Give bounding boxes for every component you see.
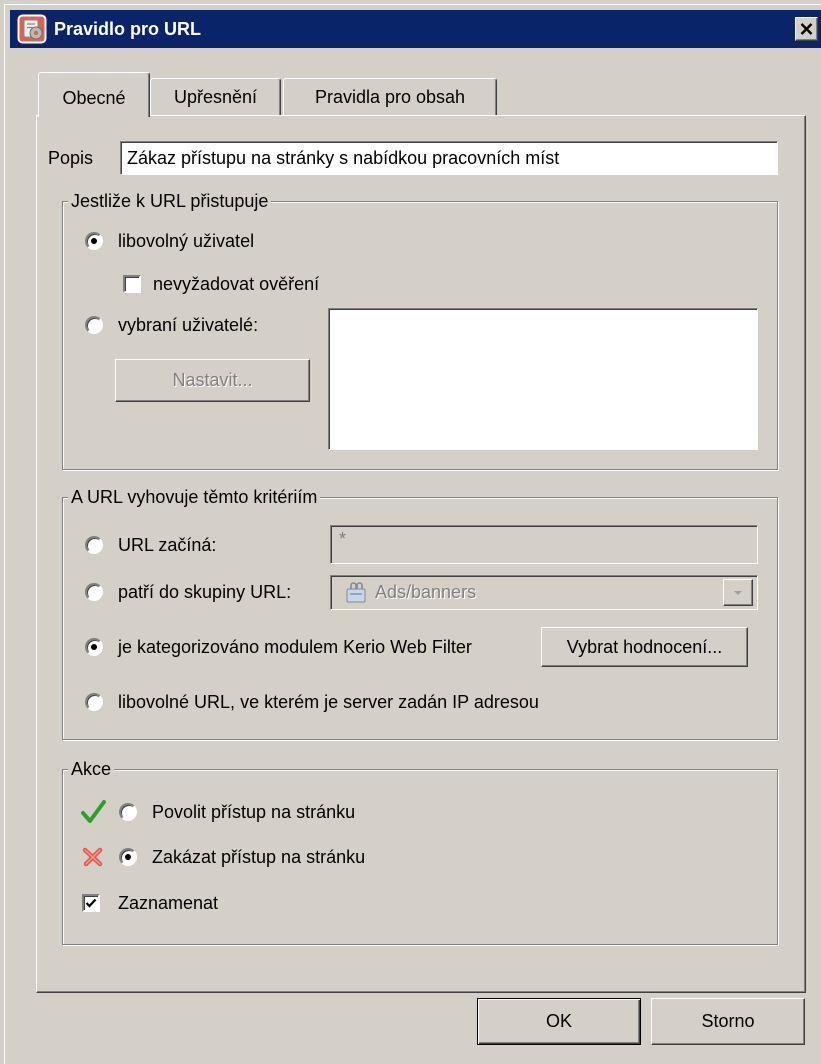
action-group-title: Akce: [68, 758, 115, 780]
any-user-radio[interactable]: [85, 232, 103, 250]
ip-address-label: libovolné URL, ve kterém je server zadán…: [118, 691, 539, 712]
allow-option[interactable]: Povolit přístup na stránku: [80, 799, 356, 825]
criteria-groupbox: A URL vyhovuje těmto kritériím URL začín…: [62, 486, 778, 740]
no-auth-checkbox[interactable]: [123, 275, 141, 293]
ip-address-option[interactable]: libovolné URL, ve kterém je server zadán…: [85, 691, 539, 713]
selected-users-listbox[interactable]: [328, 308, 758, 450]
criteria-group-title: A URL vyhovuje těmto kritériím: [68, 486, 321, 508]
url-group-label: patří do skupiny URL:: [118, 581, 292, 602]
ok-button-label: OK: [545, 1011, 572, 1031]
url-group-option[interactable]: patří do skupiny URL:: [85, 581, 291, 603]
cancel-button[interactable]: Storno: [651, 998, 805, 1045]
any-user-label: libovolný uživatel: [118, 230, 255, 251]
tab-content-rules[interactable]: Pravidla pro obsah: [283, 78, 497, 115]
users-groupbox: Jestliže k URL přistupuje libovolný uživ…: [62, 190, 778, 470]
select-rating-button[interactable]: Vybrat hodnocení...: [541, 627, 748, 667]
description-input[interactable]: Zákaz přístupu na stránky s nabídkou pra…: [120, 141, 778, 175]
close-icon: [800, 23, 813, 35]
no-auth-label: nevyžadovat ověření: [153, 273, 320, 294]
url-rule-dialog: Pravidlo pro URL Obecné Upřesnění Pravid…: [0, 0, 821, 1064]
url-starts-label: URL začíná:: [118, 534, 217, 555]
tab-general[interactable]: Obecné: [38, 72, 150, 117]
url-starts-option[interactable]: URL začíná:: [85, 534, 216, 556]
dropdown-button[interactable]: [723, 579, 753, 606]
select-rating-button-label: Vybrat hodnocení...: [566, 636, 723, 657]
description-label: Popis: [48, 148, 94, 168]
url-group-icon: [345, 581, 369, 604]
selected-users-label: vybraní uživatelé:: [118, 314, 259, 335]
url-rule-icon: [17, 14, 47, 44]
log-label: Zaznamenat: [118, 892, 219, 913]
url-group-radio[interactable]: [85, 583, 103, 601]
any-user-option[interactable]: libovolný uživatel: [85, 230, 254, 252]
users-group-title: Jestliže k URL přistupuje: [68, 190, 272, 212]
action-groupbox: Akce Povolit přístup na stránku Zakázat …: [62, 758, 778, 945]
allow-radio[interactable]: [119, 803, 137, 821]
selected-users-radio[interactable]: [85, 316, 103, 334]
cancel-button-label: Storno: [701, 1011, 755, 1031]
web-filter-label: je kategorizováno modulem Kerio Web Filt…: [118, 636, 472, 657]
selected-users-option[interactable]: vybraní uživatelé:: [85, 314, 258, 336]
no-auth-option[interactable]: nevyžadovat ověření: [123, 273, 319, 295]
web-filter-radio[interactable]: [85, 638, 103, 656]
window-title: Pravidlo pro URL: [54, 19, 202, 39]
deny-radio[interactable]: [119, 848, 137, 866]
tab-advanced-label: Upřesnění: [173, 86, 258, 107]
chevron-down-icon: [734, 590, 742, 595]
ok-button[interactable]: OK: [477, 998, 641, 1045]
url-starts-input[interactable]: *: [330, 525, 758, 564]
ip-address-radio[interactable]: [85, 693, 103, 711]
red-cross-icon: [80, 844, 106, 870]
set-users-button-label: Nastavit...: [172, 370, 253, 390]
tab-panel-general: Popis Zákaz přístupu na stránky s nabídk…: [36, 115, 806, 993]
green-checkmark-icon: [80, 799, 106, 825]
url-starts-radio[interactable]: [85, 536, 103, 554]
web-filter-option[interactable]: je kategorizováno modulem Kerio Web Filt…: [85, 636, 472, 658]
tab-content-rules-label: Pravidla pro obsah: [314, 86, 466, 107]
allow-label: Povolit přístup na stránku: [152, 801, 356, 822]
tab-general-label: Obecné: [62, 87, 126, 108]
log-checkbox[interactable]: [82, 894, 100, 912]
url-group-select[interactable]: Ads/banners: [330, 575, 758, 610]
close-button[interactable]: [795, 17, 818, 41]
url-group-selected-value: Ads/banners: [375, 582, 477, 602]
tab-advanced[interactable]: Upřesnění: [150, 78, 281, 115]
log-option[interactable]: Zaznamenat: [82, 892, 218, 914]
title-bar[interactable]: Pravidlo pro URL: [10, 10, 821, 48]
deny-label: Zakázat přístup na stránku: [152, 846, 366, 867]
set-users-button[interactable]: Nastavit...: [115, 359, 310, 402]
deny-option[interactable]: Zakázat přístup na stránku: [80, 846, 365, 868]
